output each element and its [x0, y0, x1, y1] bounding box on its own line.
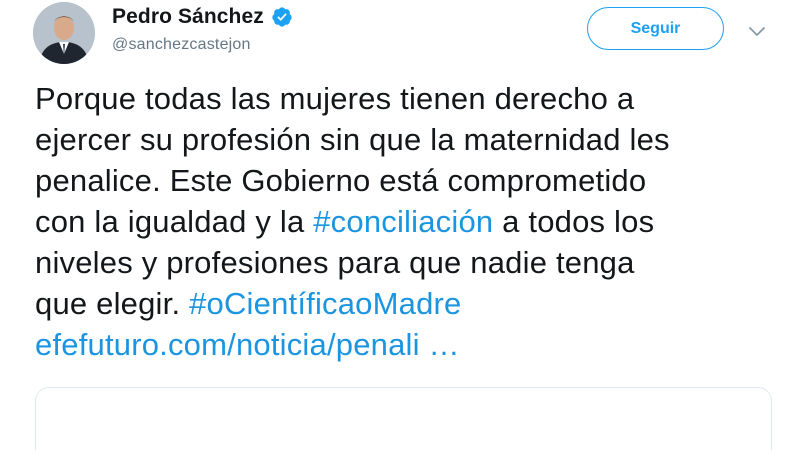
chevron-down-icon[interactable] [748, 24, 766, 38]
display-name[interactable]: Pedro Sánchez [112, 5, 264, 29]
tweet-line: penalice. Este Gobierno está comprometid… [35, 163, 647, 198]
tweet-link[interactable]: efefuturo.com/noticia/penali … [35, 327, 460, 362]
tweet-line: que elegir. #oCientíficaoMadre [35, 283, 785, 324]
name-block: Pedro Sánchez @sanchezcastejon [112, 4, 293, 54]
follow-button[interactable]: Seguir [587, 7, 724, 50]
avatar[interactable] [33, 2, 95, 64]
name-row: Pedro Sánchez [112, 4, 293, 30]
hashtag-ocientificaomadre[interactable]: #oCientíficaoMadre [189, 286, 461, 321]
hashtag-conciliacion[interactable]: #conciliación [313, 204, 493, 239]
verified-badge-icon [271, 6, 293, 28]
tweet-text-segment: a todos los [493, 204, 655, 239]
user-handle[interactable]: @sanchezcastejon [112, 36, 293, 54]
tweet-line: Porque todas las mujeres tienen derecho … [35, 81, 635, 116]
tweet: Pedro Sánchez @sanchezcastejon Seguir Po… [0, 0, 800, 450]
tweet-line: niveles y profesiones para que nadie ten… [35, 245, 635, 280]
tweet-header: Pedro Sánchez @sanchezcastejon Seguir [0, 0, 800, 70]
tweet-text: Porque todas las mujeres tienen derecho … [35, 78, 785, 365]
tweet-line: con la igualdad y la #conciliación a tod… [35, 201, 785, 242]
tweet-text-segment: con la igualdad y la [35, 204, 314, 239]
link-preview-card[interactable] [35, 387, 772, 450]
tweet-line: ejercer su profesión sin que la maternid… [35, 122, 670, 157]
tweet-text-segment: que elegir. [35, 286, 190, 321]
tweet-line: efefuturo.com/noticia/penali … [35, 324, 785, 365]
